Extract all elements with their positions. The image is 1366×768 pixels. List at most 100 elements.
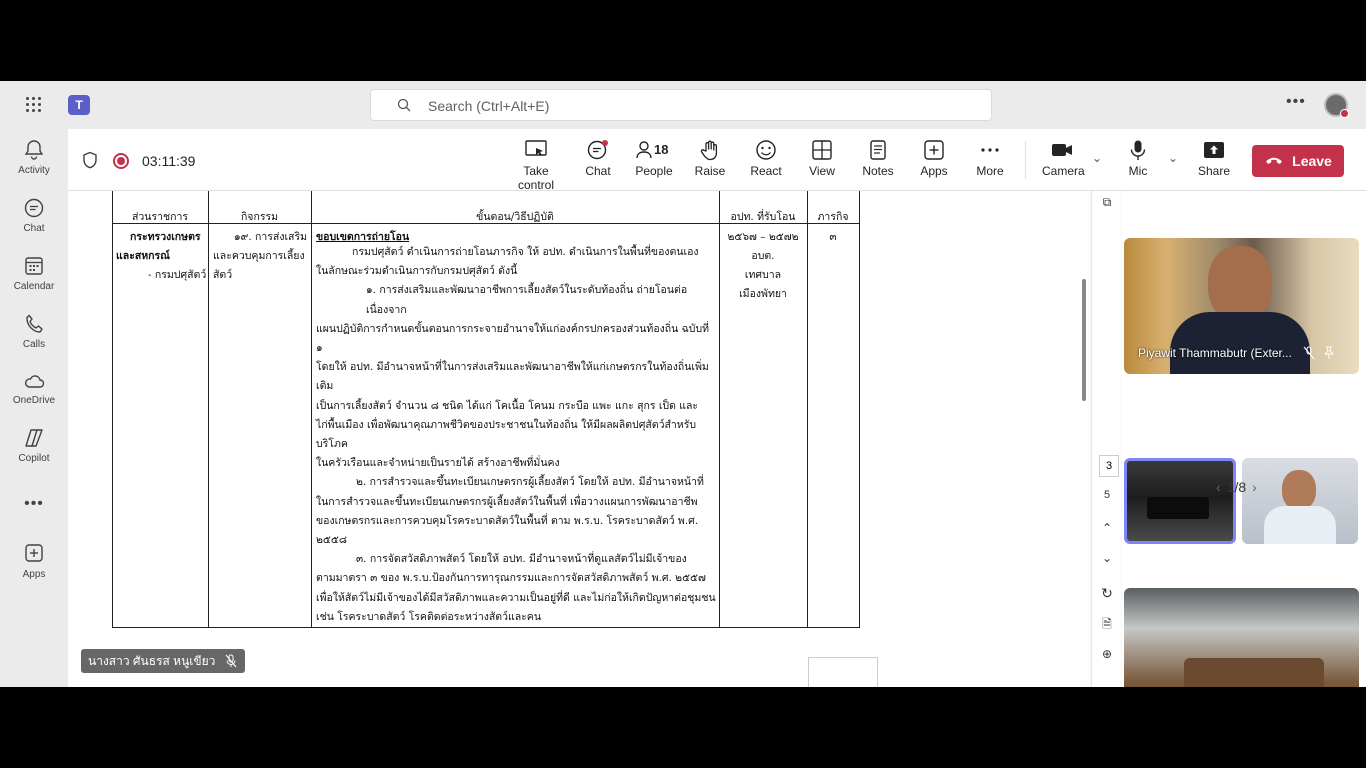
notes-button[interactable]: Notes [858,139,898,187]
video-tile-main[interactable]: Piyawit Thammabutr (Exter... [1124,238,1359,374]
hang-up-icon [1266,157,1283,164]
table-header: กิจกรรม [240,211,279,223]
share-icon [1204,142,1224,158]
more-options-icon[interactable]: ••• [1286,93,1306,111]
participant-name: Piyawit Thammabutr (Exter... [1138,346,1292,360]
rail-item-onedrive[interactable]: OneDrive [0,371,68,423]
smiley-icon [756,140,776,160]
notes-icon [870,140,886,160]
toolbar-label: Chat [585,164,611,178]
procedure-line: โดยให้ อปท. มีอำนาจหน้าที่ในการส่งเสริมแ… [316,361,709,393]
rail-item-calls[interactable]: Calls [0,313,68,365]
video-tile-room-2[interactable] [1124,588,1359,687]
rail-item-activity[interactable]: Activity [0,139,68,191]
procedure-line: ไก่พื้นเมือง เพื่อพัฒนาคุณภาพชีวิตของประ… [316,418,697,451]
document-icon[interactable]: 🗎 [1092,615,1122,636]
camera-icon [1052,144,1072,156]
pager-prev-icon[interactable]: ‹ [1216,479,1221,495]
toolbar-label: People [635,164,673,178]
plus-box-icon [924,140,944,160]
recording-icon [113,153,129,169]
zoom-in-icon[interactable]: ⊕ [1092,647,1122,661]
app-launcher-icon[interactable] [26,97,42,113]
more-apps-icon[interactable]: ••• [0,495,68,513]
share-button[interactable]: Share [1194,139,1234,187]
microphone-icon [1130,140,1146,160]
receiver-text: เมืองพัทยา [739,288,787,300]
mission-text: ๓ [829,231,837,243]
rail-item-apps[interactable]: Apps [0,543,68,595]
hand-icon [700,140,718,161]
pager-text: 1/8 [1226,479,1247,495]
procedure-line: ในลักษณะร่วมดำเนินการกับกรมปศุสัตว์ ดังน… [316,265,518,278]
rail-item-copilot[interactable]: Copilot [0,427,68,479]
left-rail: Activity Chat Calendar Calls OneDrive Co… [0,129,68,687]
activity-text: สัตว์ [213,269,233,281]
video-tile-room[interactable] [1124,458,1236,544]
chevron-up-icon[interactable]: ⌃ [1092,521,1122,535]
next-page-number: 5 [1103,489,1111,501]
mic-options-chevron-icon[interactable]: ⌄ [1168,151,1178,165]
rail-item-chat[interactable]: Chat [0,197,68,249]
next-page-edge [808,657,878,687]
procedure-line: ตามมาตรา ๓ ของ พ.ร.บ.ป้องกันการทารุณกรรม… [316,572,706,585]
copy-icon[interactable]: ⧉ [1092,195,1122,210]
receiver-text: เทศบาล [744,269,782,281]
camera-button[interactable]: Camera [1042,139,1085,187]
procedure-line: ๑. การส่งเสริมและพัฒนาอาชีพการเลี้ยงสัตว… [366,284,688,316]
chat-button[interactable]: Chat [578,139,618,187]
meeting-table [1184,658,1324,687]
toolbar-label: Share [1197,164,1231,178]
table-header: ภารกิจ [817,211,849,223]
avatar[interactable] [1324,93,1349,118]
people-button[interactable]: 18 People [632,139,676,187]
pager-next-icon[interactable]: › [1252,479,1257,495]
activity-text: และควบคุมการเลี้ยง [213,250,305,262]
raise-hand-button[interactable]: Raise [690,139,730,187]
table-border [112,627,860,628]
participant-body [1264,506,1336,544]
search-box[interactable] [370,89,992,121]
participant-body [1170,312,1310,374]
take-control-button[interactable]: Take control [504,139,568,192]
toolbar-label: Camera [1042,164,1085,178]
procedure-text: กรมปศุสัตว์ ดำเนินการถ่ายโอนภารกิจ ให้ อ… [316,243,716,627]
camera-options-chevron-icon[interactable]: ⌄ [1092,151,1102,165]
toolbar-label: Notes [862,164,894,178]
search-icon [397,98,411,112]
video-tile-participant[interactable] [1242,458,1358,544]
shield-icon[interactable] [82,151,98,169]
participant-face [1208,246,1272,322]
copilot-icon [25,429,43,447]
table-header: อปท. ที่รับโอน [730,211,796,223]
view-button[interactable]: View [802,139,842,187]
receiver-text: อบต. [751,250,775,262]
toolbar-label: React [750,164,782,178]
shared-screen: ส่วนราชการ กิจกรรม ขั้นตอน/วิธีปฏิบัติ อ… [68,191,1090,687]
react-button[interactable]: React [746,139,786,187]
rotate-icon[interactable]: ↻ [1092,585,1122,602]
video-pager: ‹ 1/8 › [1210,479,1263,495]
table-border [311,191,312,628]
more-button[interactable]: More [970,139,1010,187]
chevron-down-icon[interactable]: ⌄ [1092,551,1122,565]
table-border [807,191,808,628]
table-border [112,191,113,628]
toolbar-label: Mic [1128,164,1148,178]
mic-button[interactable]: Mic [1120,139,1156,187]
document-scrollbar[interactable] [1082,279,1086,401]
agency-text: และสหกรณ์ [116,250,170,262]
apps-button[interactable]: Apps [914,139,954,187]
rail-label: Calendar [13,281,55,292]
search-input[interactable] [428,96,968,116]
participant-face [1282,470,1316,510]
pin-icon[interactable] [1323,346,1335,360]
page-number-box[interactable]: 3 [1099,455,1119,477]
rail-item-calendar[interactable]: Calendar [0,255,68,307]
pdf-toolbar: ⧉ 3 5 ⌃ ⌄ ↻ 🗎 ⊕ [1091,191,1121,687]
rail-label: Calls [22,339,46,350]
leave-button[interactable]: Leave [1252,145,1344,177]
procedure-line: ในครัวเรือนและจำหน่ายเป็นรายได้ สร้างอาช… [316,457,560,470]
mic-off-icon [225,654,237,668]
table-header: ขั้นตอน/วิธีปฏิบัติ [476,211,554,223]
